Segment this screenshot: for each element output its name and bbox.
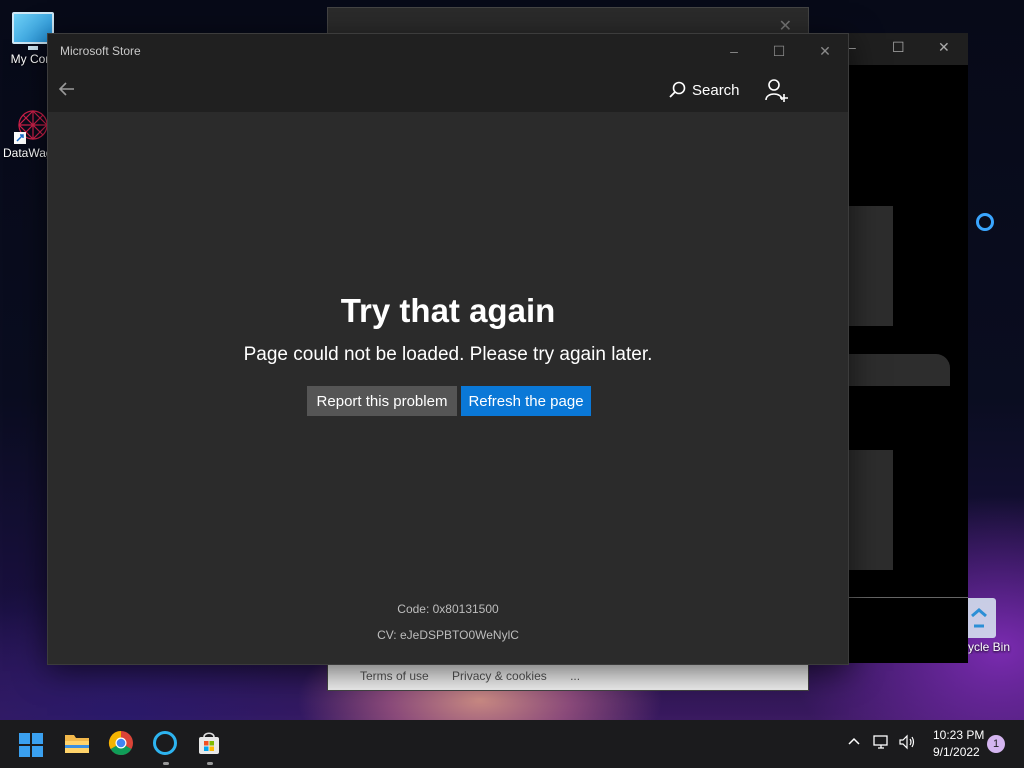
- report-problem-button[interactable]: Report this problem: [307, 386, 457, 416]
- error-message: Page could not be loaded. Please try aga…: [243, 344, 653, 365]
- maximize-icon[interactable]: ☐: [892, 39, 905, 56]
- add-account-icon[interactable]: [764, 78, 790, 102]
- clock-time[interactable]: 10:23 PM: [933, 728, 984, 742]
- footer-link-privacy[interactable]: Privacy & cookies: [452, 669, 547, 683]
- refresh-page-button[interactable]: Refresh the page: [461, 386, 591, 416]
- clock-date[interactable]: 9/1/2022: [933, 745, 980, 759]
- minimize-icon[interactable]: –: [848, 39, 856, 55]
- content-panel: [848, 206, 893, 326]
- store-footer: Terms of use Privacy & cookies ...: [328, 663, 808, 690]
- file-explorer-icon[interactable]: [63, 729, 93, 759]
- close-icon[interactable]: ✕: [805, 40, 845, 62]
- maximize-icon[interactable]: ☐: [759, 40, 799, 62]
- search-button[interactable]: Search: [668, 78, 740, 102]
- cortana-icon[interactable]: [151, 729, 181, 765]
- start-icon[interactable]: [18, 732, 44, 758]
- network-icon[interactable]: [873, 734, 891, 753]
- notification-badge[interactable]: 1: [987, 735, 1005, 753]
- cortana-ring-icon: [976, 213, 994, 231]
- error-title: Try that again: [340, 292, 556, 329]
- chevron-up-icon[interactable]: [847, 734, 861, 751]
- taskbar: 10:23 PM 9/1/2022 1: [0, 720, 1024, 768]
- footer-link-terms[interactable]: Terms of use: [360, 669, 429, 683]
- window-titlebar[interactable]: Microsoft Store – ☐ ✕: [48, 34, 848, 68]
- microsoft-store-window[interactable]: Microsoft Store – ☐ ✕ Search Try that ag…: [47, 33, 849, 665]
- store-icon[interactable]: [195, 729, 225, 765]
- content-panel: [848, 450, 893, 570]
- volume-icon[interactable]: [898, 734, 916, 753]
- chrome-icon[interactable]: [107, 729, 137, 759]
- running-indicator: [163, 762, 169, 765]
- minimize-icon[interactable]: –: [714, 40, 754, 62]
- running-indicator: [207, 762, 213, 765]
- content-panel: [848, 354, 950, 386]
- error-code: Code: 0x80131500: [397, 602, 499, 616]
- back-arrow-icon[interactable]: [58, 80, 80, 100]
- search-icon: [669, 81, 686, 98]
- store-navbar: Search: [48, 68, 848, 112]
- search-label: Search: [692, 81, 740, 99]
- close-icon[interactable]: ✕: [938, 39, 950, 56]
- footer-more-button[interactable]: ...: [570, 669, 580, 683]
- window-title: Microsoft Store: [60, 44, 141, 58]
- correlation-vector: CV: eJeDSPBTO0WeNylC: [377, 628, 519, 642]
